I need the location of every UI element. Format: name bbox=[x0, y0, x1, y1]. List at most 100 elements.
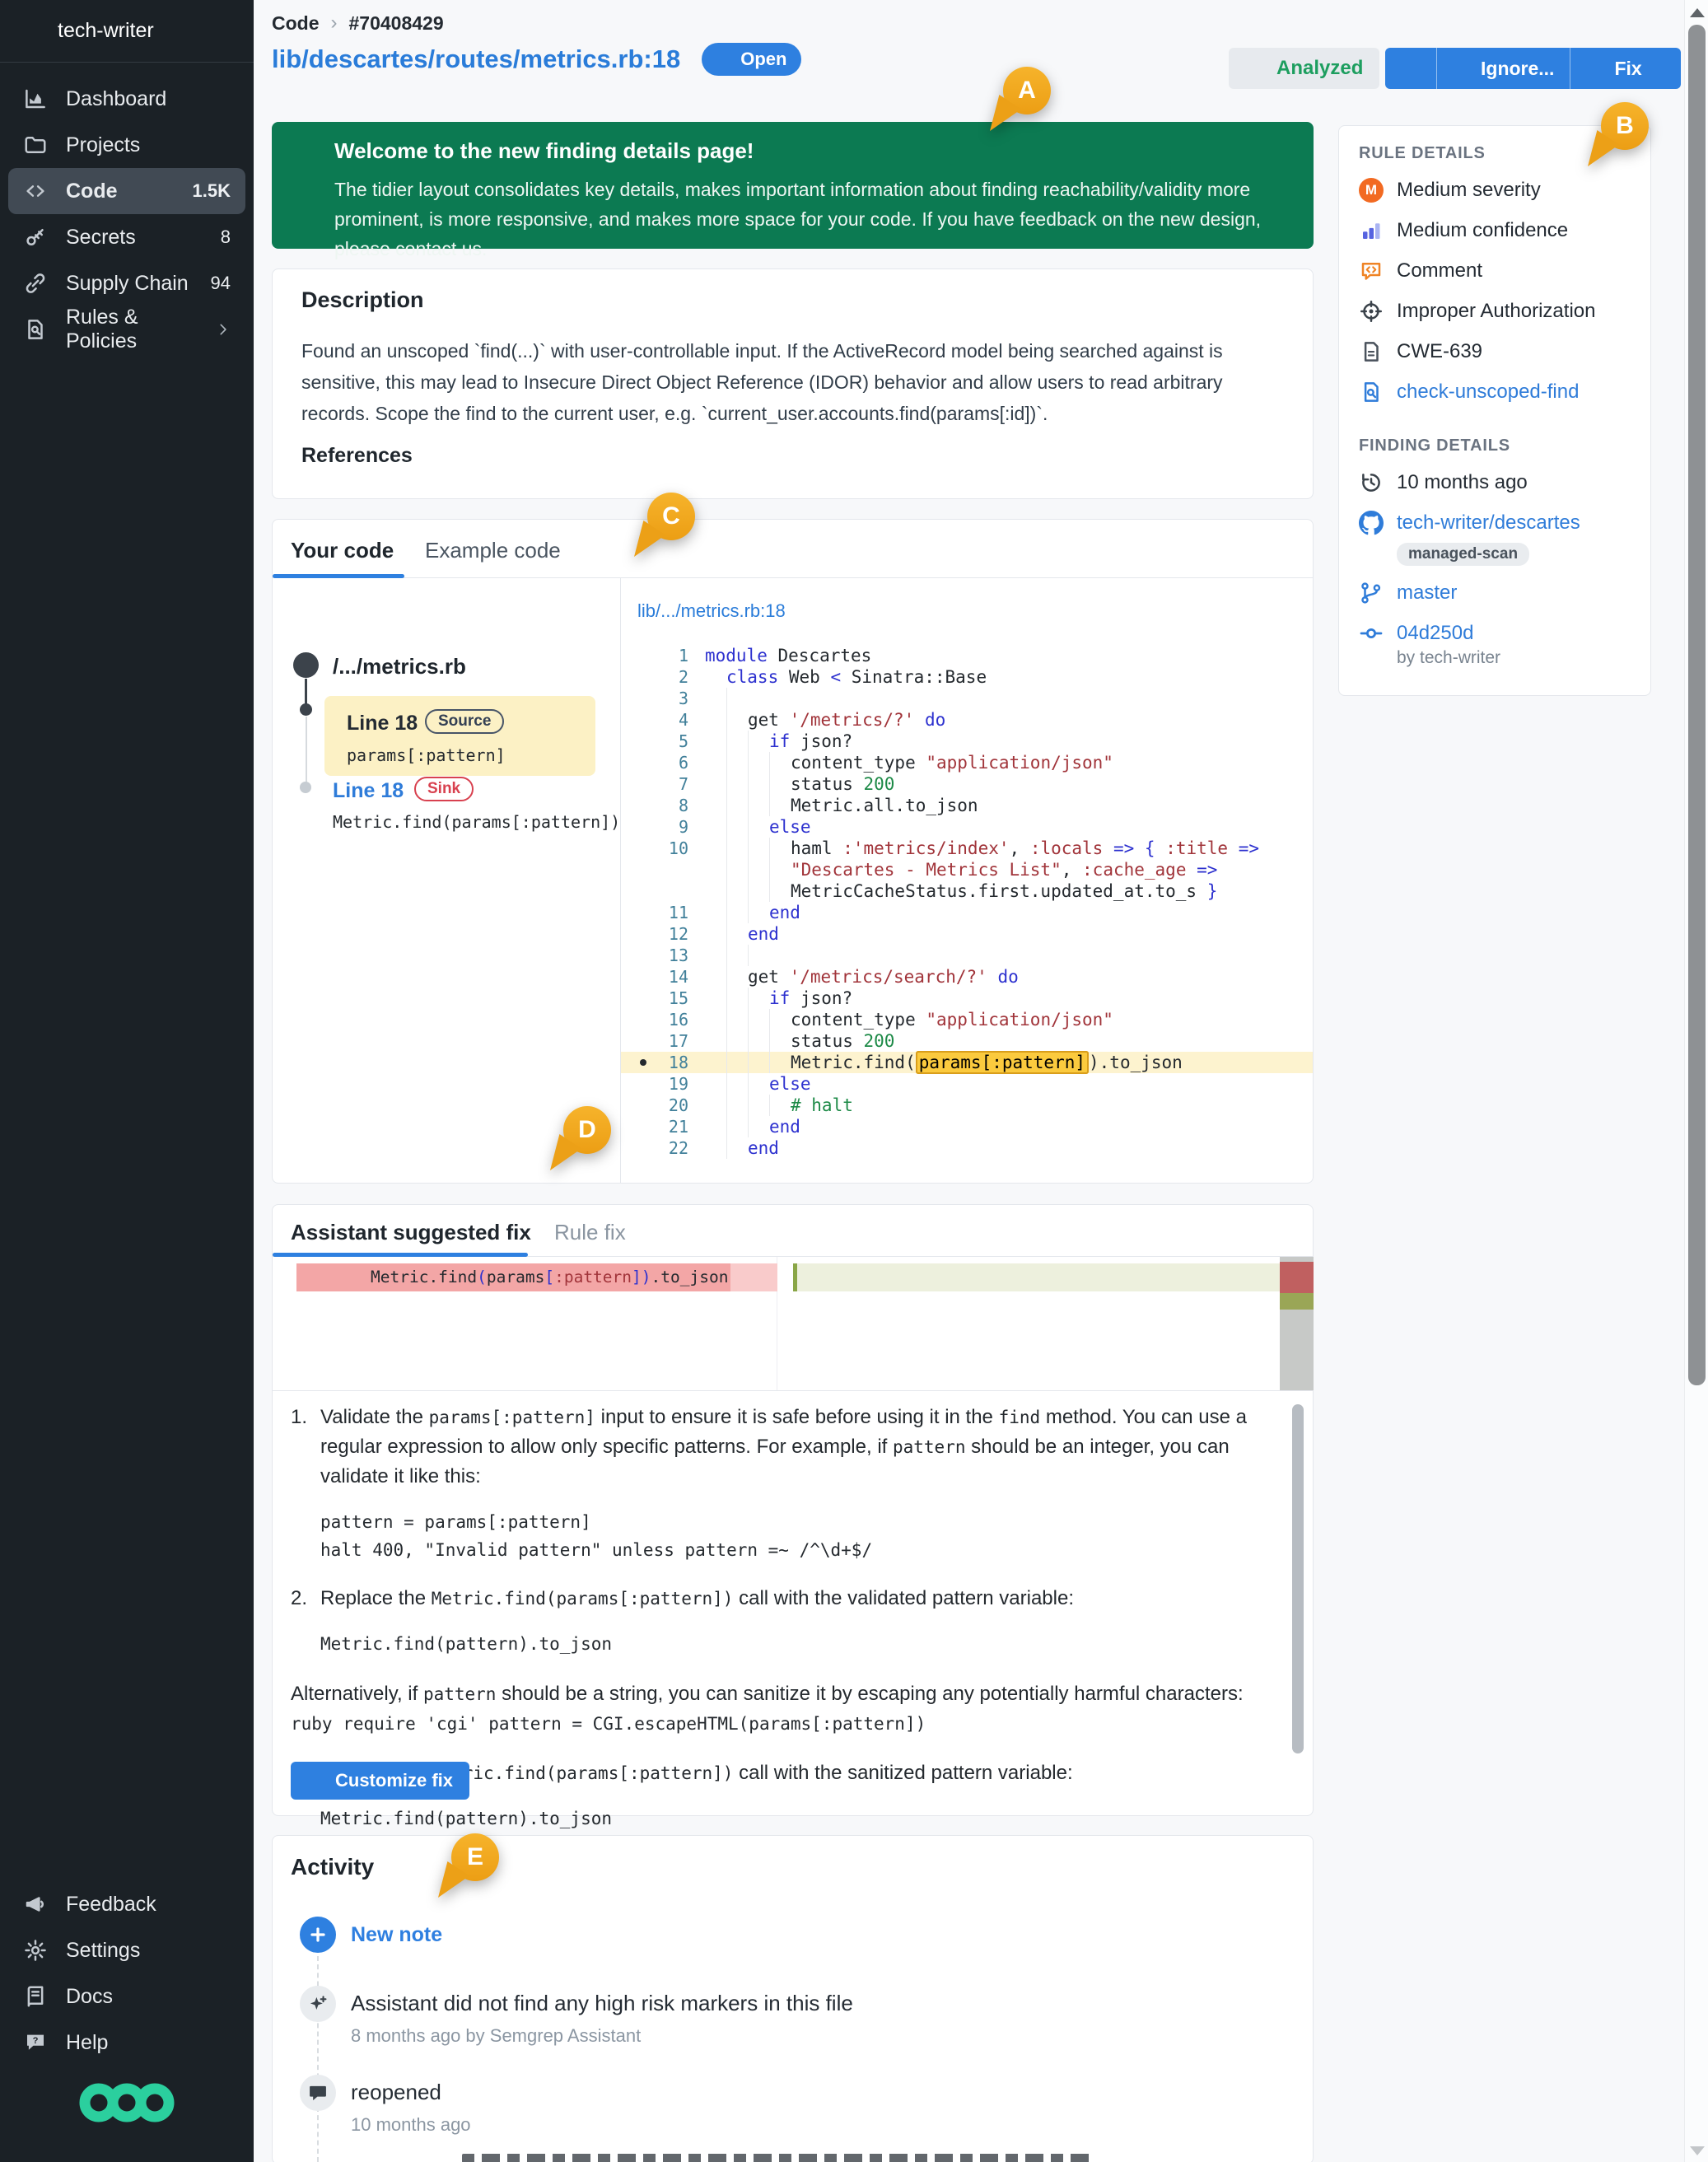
code-line-15: 15if json? bbox=[621, 988, 1313, 1009]
finding-details-page: tech-writer DashboardProjectsCode1.5KSec… bbox=[0, 0, 1708, 2162]
rules-icon bbox=[23, 317, 48, 342]
help-icon: ? bbox=[23, 2030, 48, 2055]
fix-step: 1.Validate the params[:pattern] input to… bbox=[291, 1403, 1271, 1492]
item-count: 1.5K bbox=[193, 180, 231, 202]
finding-details-rows: 10 months agotech-writer/descartesmanage… bbox=[1359, 462, 1637, 668]
trace-file-label: /.../metrics.rb bbox=[333, 654, 466, 679]
finding-details-heading: FINDING DETAILS bbox=[1359, 437, 1637, 455]
finding-line-bullet bbox=[640, 1059, 646, 1066]
github-icon bbox=[1359, 511, 1384, 535]
annotation-marker-b: B bbox=[1601, 102, 1649, 150]
code-line-18: 18Metric.find(params[:pattern]).to_json bbox=[621, 1052, 1313, 1073]
tab-your-code[interactable]: Your code bbox=[291, 538, 394, 563]
sidebar-item-feedback[interactable]: Feedback bbox=[8, 1881, 245, 1927]
detail-row-master[interactable]: master bbox=[1359, 572, 1637, 613]
info-icon bbox=[295, 138, 320, 162]
detail-row-04d250d[interactable]: 04d250d bbox=[1359, 613, 1637, 653]
sidebar-item-docs[interactable]: Docs bbox=[8, 1973, 245, 2020]
file-code-icon bbox=[293, 652, 319, 678]
more-actions-button[interactable] bbox=[1385, 48, 1436, 89]
fix-step: 2.Replace the Metric.find(params[:patter… bbox=[291, 1584, 1271, 1613]
close-icon[interactable] bbox=[1271, 137, 1292, 158]
clipped-row bbox=[462, 2154, 1096, 2162]
wrench-icon bbox=[1586, 58, 1606, 78]
annotation-marker-e: E bbox=[451, 1833, 499, 1881]
customize-fix-button[interactable]: Customize fix bbox=[291, 1762, 469, 1800]
code-line-20: 20# halt bbox=[621, 1095, 1313, 1116]
description-heading: Description bbox=[301, 287, 424, 313]
hamburger-icon[interactable] bbox=[18, 20, 41, 43]
open-ring-icon bbox=[716, 52, 732, 68]
code-line-21: 21end bbox=[621, 1116, 1313, 1137]
rule-details-card: RULE DETAILS MMedium severityMedium conf… bbox=[1338, 125, 1651, 696]
supply-chain-icon bbox=[23, 271, 48, 296]
diff-removed-line: Metric.find(params[:pattern]).to_json bbox=[296, 1263, 730, 1291]
sidebar-footer-nav: FeedbackSettingsDocs?Help bbox=[0, 1881, 254, 2066]
sidebar-item-help[interactable]: ?Help bbox=[8, 2020, 245, 2066]
trace-source-card[interactable]: Line 18 Source params[:pattern] bbox=[324, 696, 595, 776]
org-switcher[interactable]: tech-writer bbox=[0, 0, 254, 63]
detail-row-tech-writer-descartes[interactable]: tech-writer/descartes bbox=[1359, 502, 1637, 543]
tab-assistant-fix[interactable]: Assistant suggested fix bbox=[291, 1220, 531, 1245]
commit-author: by tech-writer bbox=[1397, 648, 1637, 668]
sidebar-item-projects[interactable]: Projects bbox=[8, 122, 245, 168]
activity-title[interactable]: New note bbox=[351, 1923, 442, 1947]
fix-button[interactable]: Fix bbox=[1570, 48, 1680, 89]
scroll-up-arrow[interactable] bbox=[1690, 8, 1705, 17]
comment-filled-icon bbox=[300, 2075, 336, 2111]
description-card: Description Found an unscoped `find(...)… bbox=[272, 268, 1314, 499]
semgrep-logo bbox=[79, 2077, 175, 2128]
source-badge: Source bbox=[425, 709, 504, 734]
fix-tabs: Assistant suggested fix Rule fix bbox=[273, 1205, 1313, 1257]
tab-rule-fix[interactable]: Rule fix bbox=[554, 1220, 626, 1245]
branch-icon bbox=[1359, 581, 1384, 605]
assistant-sparkle-icon bbox=[300, 1986, 336, 2022]
scrollbar-thumb[interactable] bbox=[1688, 25, 1706, 1385]
projects-icon bbox=[23, 133, 48, 157]
analyzed-button[interactable]: Analyzed bbox=[1229, 48, 1379, 89]
references-toggle[interactable]: References bbox=[301, 444, 441, 468]
scroll-down-arrow[interactable] bbox=[1690, 2146, 1705, 2155]
fix-instructions-scrollbar[interactable] bbox=[1292, 1404, 1304, 1753]
fix-diff: Metric.find(params[:pattern]).to_json bbox=[273, 1257, 1313, 1391]
tab-example-code[interactable]: Example code bbox=[425, 538, 561, 563]
detail-row-improper-authorization: Improper Authorization bbox=[1359, 291, 1637, 331]
code-line-8: 8Metric.all.to_json bbox=[621, 795, 1313, 816]
dots-vertical-icon bbox=[1401, 58, 1421, 78]
breadcrumb-code[interactable]: Code bbox=[272, 12, 320, 35]
diff-minimap-scrollbar[interactable] bbox=[1280, 1257, 1314, 1390]
sidebar-item-secrets[interactable]: Secrets8 bbox=[8, 214, 245, 260]
annotation-marker-d: D bbox=[563, 1106, 611, 1154]
settings-icon bbox=[23, 1938, 48, 1963]
code-line-11: 11end bbox=[621, 902, 1313, 923]
sidebar-item-code[interactable]: Code1.5K bbox=[8, 168, 245, 214]
sidebar-item-rules-policies[interactable]: Rules & Policies bbox=[8, 306, 245, 353]
sparkle-check-icon bbox=[1245, 57, 1268, 80]
source-line-label: Line 18 bbox=[347, 712, 418, 735]
code-line-13: 13 bbox=[621, 945, 1313, 966]
title-row: lib/descartes/routes/metrics.rb:18 Open bbox=[272, 43, 801, 76]
breadcrumb-chevron: › bbox=[331, 12, 338, 35]
target-icon bbox=[1359, 299, 1384, 324]
chevron-down-icon bbox=[214, 21, 236, 42]
sink-line-link[interactable]: Line 18 bbox=[333, 779, 404, 803]
comment-code-icon bbox=[1359, 259, 1384, 283]
code-line-9: 9else bbox=[621, 816, 1313, 838]
sidebar-item-supply-chain[interactable]: Supply Chain94 bbox=[8, 260, 245, 306]
code-line-14: 14get '/metrics/search/?' do bbox=[621, 966, 1313, 988]
code-line-1: 1module Descartes bbox=[621, 645, 1313, 666]
code-file-ref[interactable]: lib/.../metrics.rb:18 bbox=[637, 600, 786, 622]
feedback-icon bbox=[23, 1892, 48, 1917]
dashboard-icon bbox=[23, 86, 48, 111]
secrets-icon bbox=[23, 225, 48, 250]
sidebar-item-settings[interactable]: Settings bbox=[8, 1927, 245, 1973]
item-count: 8 bbox=[221, 226, 231, 248]
detail-row-check-unscoped-find[interactable]: check-unscoped-find bbox=[1359, 371, 1637, 412]
ignore-button[interactable]: Ignore... bbox=[1436, 48, 1570, 89]
commit-icon bbox=[1359, 621, 1384, 646]
sidebar-item-dashboard[interactable]: Dashboard bbox=[8, 76, 245, 122]
code-line-3: 3 bbox=[621, 688, 1313, 709]
page-scrollbar[interactable] bbox=[1684, 0, 1708, 2162]
chevron-down-icon bbox=[422, 447, 441, 465]
activity-timestamp: 10 months ago bbox=[351, 2114, 471, 2136]
